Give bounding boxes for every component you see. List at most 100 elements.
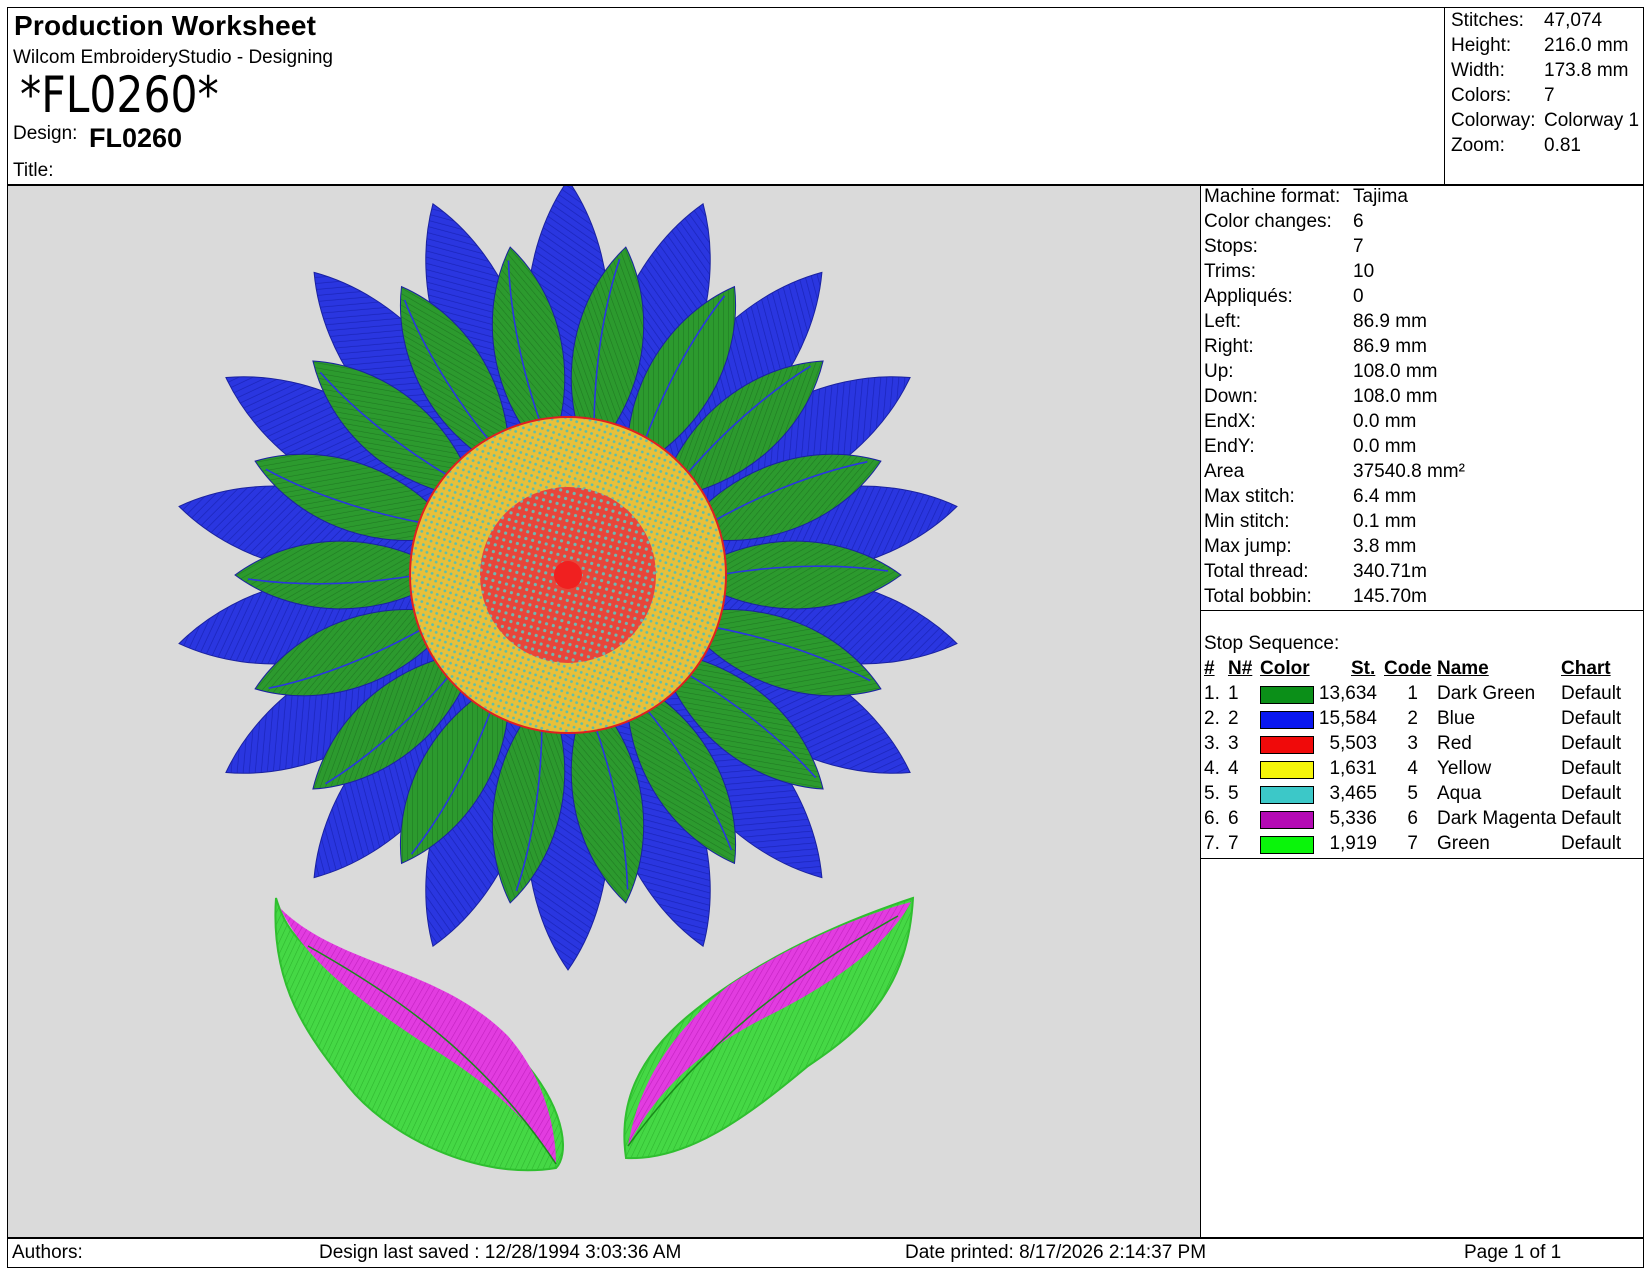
design-code-barcode-text: *FL0260* xyxy=(20,66,219,124)
col-header-color: Color xyxy=(1260,658,1310,679)
stat-value: 0.81 xyxy=(1544,135,1581,156)
stat-value: Colorway 1 xyxy=(1544,110,1640,131)
needle-num: 4 xyxy=(1228,758,1239,779)
info-label: Down: xyxy=(1204,386,1258,407)
needle-num: 1 xyxy=(1228,683,1239,704)
thread-code: 2 xyxy=(1407,708,1418,729)
stat-label: Height: xyxy=(1451,35,1512,56)
title-label: Title: xyxy=(13,160,54,181)
thread-name: Dark Magenta xyxy=(1437,808,1557,829)
info-value: 3.8 mm xyxy=(1353,536,1417,557)
stop-row: 1. 1 13,634 1 Dark Green Default xyxy=(1201,683,1643,709)
needle-num: 5 xyxy=(1228,783,1239,804)
thread-code: 6 xyxy=(1407,808,1418,829)
thread-chart: Default xyxy=(1561,733,1622,754)
thread-name: Yellow xyxy=(1437,758,1492,779)
col-header-stitches: St. xyxy=(1351,658,1376,679)
color-swatch xyxy=(1260,736,1314,754)
info-value: 0 xyxy=(1353,286,1364,307)
color-swatch xyxy=(1260,711,1314,729)
col-header-num: # xyxy=(1204,658,1215,679)
thread-chart: Default xyxy=(1561,758,1622,779)
divider xyxy=(1201,610,1643,611)
stop-row: 2. 2 15,584 2 Blue Default xyxy=(1201,708,1643,734)
design-preview xyxy=(7,179,1201,1238)
info-label: Stops: xyxy=(1204,236,1258,257)
info-value: 7 xyxy=(1353,236,1364,257)
info-label: Max jump: xyxy=(1204,536,1292,557)
worksheet-footer: Authors: Design last saved : 12/28/1994 … xyxy=(7,1238,1644,1268)
thread-chart: Default xyxy=(1561,833,1622,854)
thread-name: Aqua xyxy=(1437,783,1482,804)
needle-num: 6 xyxy=(1228,808,1239,829)
col-header-name: Name xyxy=(1437,658,1489,679)
worksheet-header: Production Worksheet Wilcom EmbroiderySt… xyxy=(7,7,1644,185)
info-label: Right: xyxy=(1204,336,1254,357)
page-number: Page 1 of 1 xyxy=(1464,1242,1562,1263)
thread-name: Blue xyxy=(1437,708,1476,729)
info-label: Total bobbin: xyxy=(1204,586,1312,607)
thread-chart: Default xyxy=(1561,808,1622,829)
info-value: 0.0 mm xyxy=(1353,411,1417,432)
color-swatch xyxy=(1260,686,1314,704)
thread-name: Dark Green xyxy=(1437,683,1536,704)
stitch-count: 5,503 xyxy=(1329,733,1377,754)
thread-name: Red xyxy=(1437,733,1472,754)
stat-label: Width: xyxy=(1451,60,1505,81)
header-info: Production Worksheet Wilcom EmbroiderySt… xyxy=(8,8,1444,184)
needle-num: 7 xyxy=(1228,833,1239,854)
flower-center xyxy=(409,416,727,734)
info-label: EndX: xyxy=(1204,411,1256,432)
stop-row: 6. 6 5,336 6 Dark Magenta Default xyxy=(1201,808,1643,834)
info-value: 108.0 mm xyxy=(1353,361,1438,382)
thread-code: 1 xyxy=(1407,683,1418,704)
left-leaf xyxy=(274,897,564,1172)
thread-chart: Default xyxy=(1561,783,1622,804)
info-label: Max stitch: xyxy=(1204,486,1295,507)
stitch-count: 3,465 xyxy=(1329,783,1377,804)
info-label: Area xyxy=(1204,461,1245,482)
stop-num: 1. xyxy=(1204,683,1220,704)
info-label: Color changes: xyxy=(1204,211,1332,232)
design-value: FL0260 xyxy=(89,123,183,153)
stop-num: 4. xyxy=(1204,758,1220,779)
thread-code: 7 xyxy=(1407,833,1418,854)
authors-label: Authors: xyxy=(12,1242,83,1263)
stat-value: 173.8 mm xyxy=(1544,60,1629,81)
stop-row: 4. 4 1,631 4 Yellow Default xyxy=(1201,758,1643,784)
stop-row: 7. 7 1,919 7 Green Default xyxy=(1201,833,1643,859)
stop-num: 7. xyxy=(1204,833,1220,854)
info-value: 10 xyxy=(1353,261,1375,282)
color-swatch xyxy=(1260,761,1314,779)
stop-num: 3. xyxy=(1204,733,1220,754)
info-label: Min stitch: xyxy=(1204,511,1290,532)
divider xyxy=(1201,858,1643,859)
stat-value: 7 xyxy=(1544,85,1555,106)
stitch-count: 15,584 xyxy=(1318,708,1377,729)
stop-row: 3. 3 5,503 3 Red Default xyxy=(1201,733,1643,759)
col-header-code: Code xyxy=(1384,658,1432,679)
color-swatch xyxy=(1260,811,1314,829)
info-value: 108.0 mm xyxy=(1353,386,1438,407)
design-stats: Stitches: 47,074 Height: 216.0 mm Width: 17… xyxy=(1444,8,1644,184)
info-value: 86.9 mm xyxy=(1353,311,1427,332)
info-value: Tajima xyxy=(1353,186,1408,207)
stop-num: 2. xyxy=(1204,708,1220,729)
info-label: EndY: xyxy=(1204,436,1255,457)
stitch-count: 1,919 xyxy=(1329,833,1377,854)
stop-num: 6. xyxy=(1204,808,1220,829)
stat-label: Stitches: xyxy=(1451,10,1524,31)
info-value: 6 xyxy=(1353,211,1364,232)
info-label: Appliqués: xyxy=(1204,286,1293,307)
stop-sequence-title: Stop Sequence: xyxy=(1204,633,1340,654)
info-label: Machine format: xyxy=(1204,186,1341,207)
thread-code: 4 xyxy=(1407,758,1418,779)
info-value: 86.9 mm xyxy=(1353,336,1427,357)
worksheet-title: Production Worksheet xyxy=(14,10,317,41)
stat-label: Zoom: xyxy=(1451,135,1505,156)
thread-code: 5 xyxy=(1407,783,1418,804)
date-printed: Date printed: 8/17/2026 2:14:37 PM xyxy=(905,1242,1207,1263)
color-swatch xyxy=(1260,836,1314,854)
info-label: Total thread: xyxy=(1204,561,1309,582)
col-header-chart: Chart xyxy=(1561,658,1611,679)
